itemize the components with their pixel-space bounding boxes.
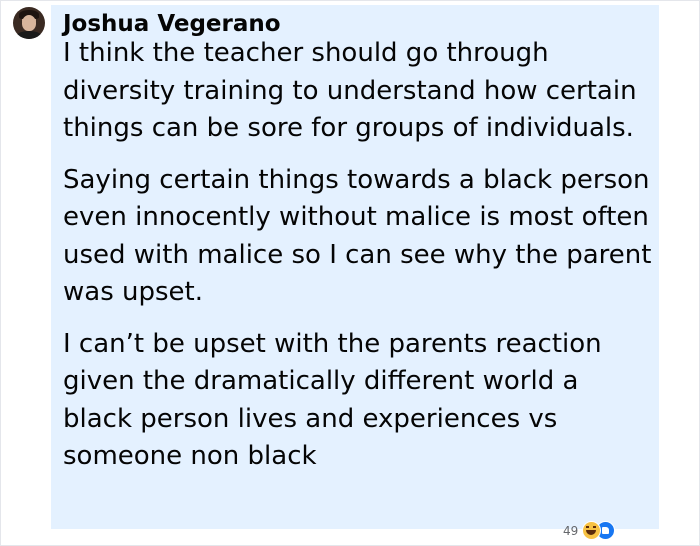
comment-paragraph: I can’t be upset with the parents reacti… bbox=[63, 328, 602, 472]
comment-author[interactable]: Joshua Vegerano bbox=[63, 11, 281, 37]
avatar-shoulders bbox=[15, 31, 43, 39]
comment-bubble: Joshua Vegerano I think the teacher shou… bbox=[51, 5, 659, 529]
reaction-count: 49 bbox=[563, 523, 579, 538]
avatar-face bbox=[22, 15, 36, 31]
comment-paragraph: I think the teacher should go through di… bbox=[63, 38, 637, 143]
reaction-summary[interactable]: 49 bbox=[563, 521, 616, 540]
comment-paragraph: Saying certain things towards a black pe… bbox=[63, 164, 652, 308]
comment-body: I think the teacher should go through di… bbox=[63, 35, 653, 490]
comment-card: Joshua Vegerano I think the teacher shou… bbox=[0, 0, 700, 546]
avatar[interactable] bbox=[13, 7, 45, 39]
